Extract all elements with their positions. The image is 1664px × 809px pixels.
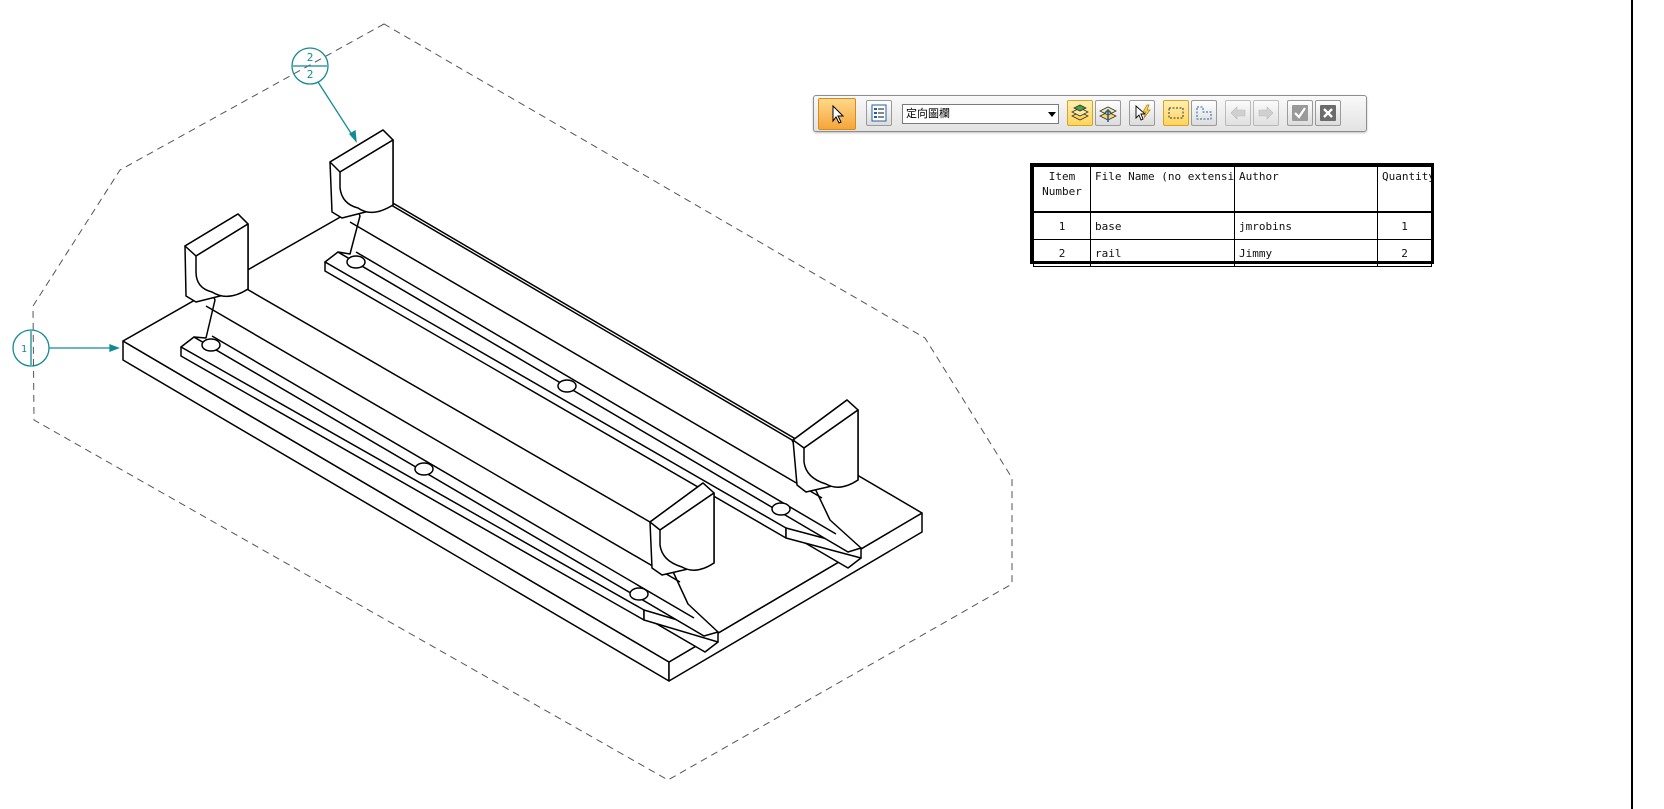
orientation-select[interactable]: 定向圖欄	[902, 104, 1059, 124]
table-row[interactable]: 2 rail Jimmy 2	[1033, 239, 1432, 267]
balloon-command-bar[interactable]: 定向圖欄	[813, 95, 1367, 132]
balloon-region-button[interactable]	[1163, 100, 1189, 126]
check-icon	[1292, 105, 1308, 121]
select-tool-button[interactable]	[818, 98, 856, 130]
next-button[interactable]	[1253, 100, 1279, 126]
item-number-2-button[interactable]	[1095, 100, 1121, 126]
balloon-item-1[interactable]: 1	[12, 329, 120, 367]
pointer-lightning-icon	[1135, 104, 1151, 121]
cancel-button[interactable]	[1315, 100, 1341, 126]
parts-list-table[interactable]: Item Number File Name (no extension) Aut…	[1030, 163, 1434, 267]
balloon-region-2-button[interactable]	[1191, 100, 1217, 126]
auto-balloon-button[interactable]	[1129, 100, 1155, 126]
arrow-right-icon	[1258, 106, 1274, 120]
balloon-item-1-number: 1	[21, 344, 27, 355]
previous-button[interactable]	[1225, 100, 1251, 126]
cell-file-name: rail	[1090, 239, 1235, 267]
cell-item-number: 1	[1033, 211, 1091, 240]
table-row[interactable]: 1 base jmrobins 1	[1033, 211, 1432, 240]
cell-author: jmrobins	[1234, 211, 1378, 240]
properties-button[interactable]	[866, 100, 892, 126]
close-icon	[1320, 105, 1336, 121]
item-number-1-button[interactable]	[1067, 100, 1093, 126]
layers-move-icon	[1099, 106, 1117, 122]
arrow-left-icon	[1230, 106, 1246, 120]
column-header-file-name: File Name (no extension)	[1090, 166, 1235, 213]
column-header-item-number: Item Number	[1033, 166, 1091, 213]
pointer-arrow-icon	[832, 104, 845, 124]
balloon-item-2-number: 2	[307, 51, 314, 64]
cell-author: Jimmy	[1234, 239, 1378, 267]
column-header-quantity: Quantity	[1377, 166, 1432, 213]
balloon-item-2[interactable]: 2 2	[291, 47, 357, 143]
properties-list-icon	[871, 104, 887, 122]
orientation-select-value: 定向圖欄	[906, 107, 950, 120]
cell-quantity: 2	[1377, 239, 1432, 267]
stacked-layers-icon	[1071, 104, 1089, 121]
balloon-item-2-quantity: 2	[307, 68, 314, 81]
rectangle-region-icon	[1168, 107, 1184, 119]
cell-file-name: base	[1090, 211, 1235, 240]
corner-region-icon	[1196, 106, 1212, 120]
accept-button[interactable]	[1287, 100, 1313, 126]
cell-quantity: 1	[1377, 211, 1432, 240]
isometric-assembly[interactable]	[122, 129, 923, 682]
chevron-down-icon	[1048, 112, 1056, 117]
column-header-author: Author	[1234, 166, 1378, 213]
sheet-border	[1631, 0, 1633, 809]
cell-item-number: 2	[1033, 239, 1091, 267]
